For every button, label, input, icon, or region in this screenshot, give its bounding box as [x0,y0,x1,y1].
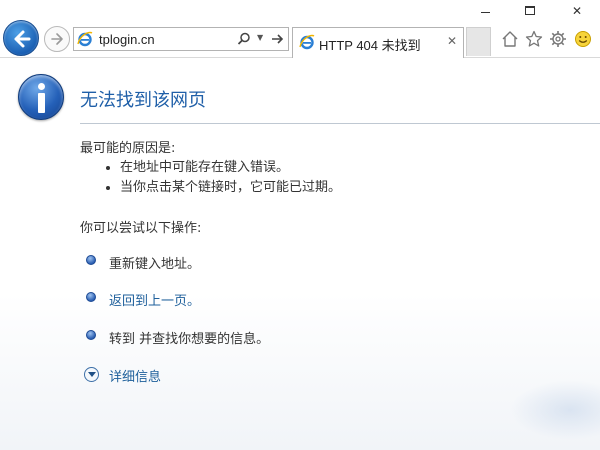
reason-text: 当你点击某个链接时，它可能已过期。 [120,180,342,195]
minimize-button[interactable] [470,2,500,20]
list-item: 当你点击某个链接时，它可能已过期。 [104,178,341,198]
tab-http-404[interactable]: HTTP 404 未找到 ✕ [292,27,464,58]
tab-close-icon[interactable]: ✕ [447,34,457,48]
new-tab-button[interactable] [466,27,491,56]
ie-logo-icon [77,31,93,47]
reasons-heading: 最可能的原因是: [80,141,176,156]
minimize-icon [481,12,490,13]
actions-heading: 你可以尝试以下操作: [80,221,202,236]
list-item: 在地址中可能存在键入错误。 [104,158,341,178]
browser-chrome: ✕ tplogin.cn ▼ HTTP 404 未找到 ✕ [0,0,600,58]
dropdown-icon[interactable]: ▼ [257,33,263,42]
search-icon[interactable] [237,32,251,46]
forward-arrow-icon [51,33,63,45]
close-window-button[interactable]: ✕ [562,2,592,20]
info-icon [18,74,64,120]
tab-title: HTTP 404 未找到 [319,38,421,53]
address-bar[interactable]: tplogin.cn ▼ [73,27,289,51]
bullet-icon [86,255,96,265]
more-info-link[interactable]: 详细信息 [109,366,161,385]
title-divider [80,123,600,124]
action-text: 转到 并查找你想要的信息。 [109,332,270,347]
page-title: 无法找到该网页 [80,90,206,111]
reason-text: 在地址中可能存在键入错误。 [120,160,290,175]
bullet-icon [86,330,96,340]
address-url[interactable]: tplogin.cn [99,32,155,47]
bullet-icon [86,292,96,302]
gear-icon[interactable] [549,30,567,48]
maximize-button[interactable] [515,2,545,20]
action-text: 重新键入地址。 [109,257,201,272]
ie-logo-icon [299,34,315,50]
reasons-list: 在地址中可能存在键入错误。 当你点击某个链接时，它可能已过期。 [104,158,341,198]
chevron-down-icon[interactable] [84,367,99,382]
forward-button[interactable] [44,26,70,52]
home-icon[interactable] [501,30,519,48]
go-back-link[interactable]: 返回到上一页。 [109,290,200,309]
back-arrow-icon [14,30,31,48]
star-icon[interactable] [525,30,543,48]
error-page: 无法找到该网页 最可能的原因是: 在地址中可能存在键入错误。 当你点击某个链接时… [0,59,600,450]
back-button[interactable] [3,20,39,56]
smiley-icon[interactable] [574,30,592,48]
maximize-icon [525,6,535,15]
refresh-icon[interactable] [270,32,284,46]
